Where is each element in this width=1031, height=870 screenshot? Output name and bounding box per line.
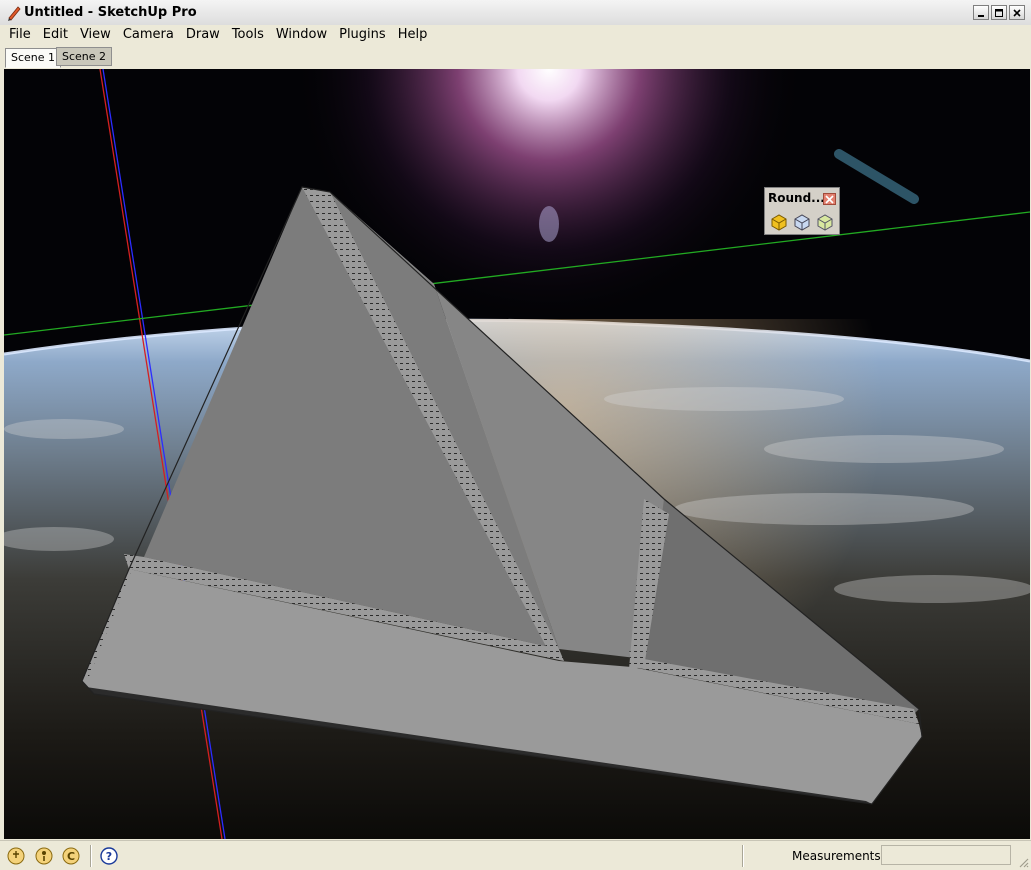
viewport-canvas[interactable] xyxy=(4,69,1030,839)
minimize-button[interactable] xyxy=(973,5,989,20)
close-window-button[interactable] xyxy=(1009,5,1025,20)
status-separator xyxy=(90,845,92,867)
menu-tools[interactable]: Tools xyxy=(226,26,270,44)
maximize-icon xyxy=(995,8,1003,17)
title-bar: Untitled - SketchUp Pro xyxy=(0,0,1031,27)
drawing-viewport[interactable] xyxy=(4,69,1030,839)
menu-bar: File Edit View Camera Draw Tools Window … xyxy=(0,25,1031,45)
scene-tabs: Scene 1 Scene 2 xyxy=(0,45,1031,69)
minimize-icon xyxy=(978,14,984,17)
window-title: Untitled - SketchUp Pro xyxy=(24,5,197,20)
menu-plugins[interactable]: Plugins xyxy=(333,26,392,44)
geolocation-icon[interactable] xyxy=(7,847,25,865)
measurements-label: Measurements xyxy=(792,849,881,863)
round-corner-tool-icon[interactable] xyxy=(769,212,789,232)
status-bar: C ? Measurements xyxy=(0,840,1031,870)
resize-grip-icon[interactable] xyxy=(1017,856,1029,868)
menu-window[interactable]: Window xyxy=(270,26,333,44)
lens-flare xyxy=(539,206,559,242)
user-icon[interactable]: C xyxy=(62,847,80,865)
menu-draw[interactable]: Draw xyxy=(180,26,226,44)
maximize-button[interactable] xyxy=(991,5,1007,20)
menu-edit[interactable]: Edit xyxy=(37,26,74,44)
close-icon xyxy=(1013,8,1021,17)
close-icon xyxy=(825,194,834,204)
menu-file[interactable]: File xyxy=(3,26,37,44)
bevel-tool-icon[interactable] xyxy=(815,212,835,232)
measurements-field[interactable] xyxy=(881,845,1011,865)
tab-scene-1[interactable]: Scene 1 xyxy=(5,48,62,68)
svg-text:C: C xyxy=(67,850,75,863)
roundcorner-close-button[interactable] xyxy=(823,193,836,205)
menu-camera[interactable]: Camera xyxy=(117,26,180,44)
tab-scene-2[interactable]: Scene 2 xyxy=(56,47,113,66)
sharp-corner-tool-icon[interactable] xyxy=(792,212,812,232)
svg-text:?: ? xyxy=(106,850,112,863)
help-icon[interactable]: ? xyxy=(100,847,118,865)
roundcorner-toolbar[interactable]: Round... xyxy=(764,187,840,235)
roundcorner-toolbar-title: Round... xyxy=(768,191,825,205)
menu-view[interactable]: View xyxy=(74,26,117,44)
status-separator xyxy=(742,845,744,867)
credits-icon[interactable] xyxy=(35,847,53,865)
sketchup-app-icon xyxy=(8,6,21,21)
menu-help[interactable]: Help xyxy=(392,26,434,44)
